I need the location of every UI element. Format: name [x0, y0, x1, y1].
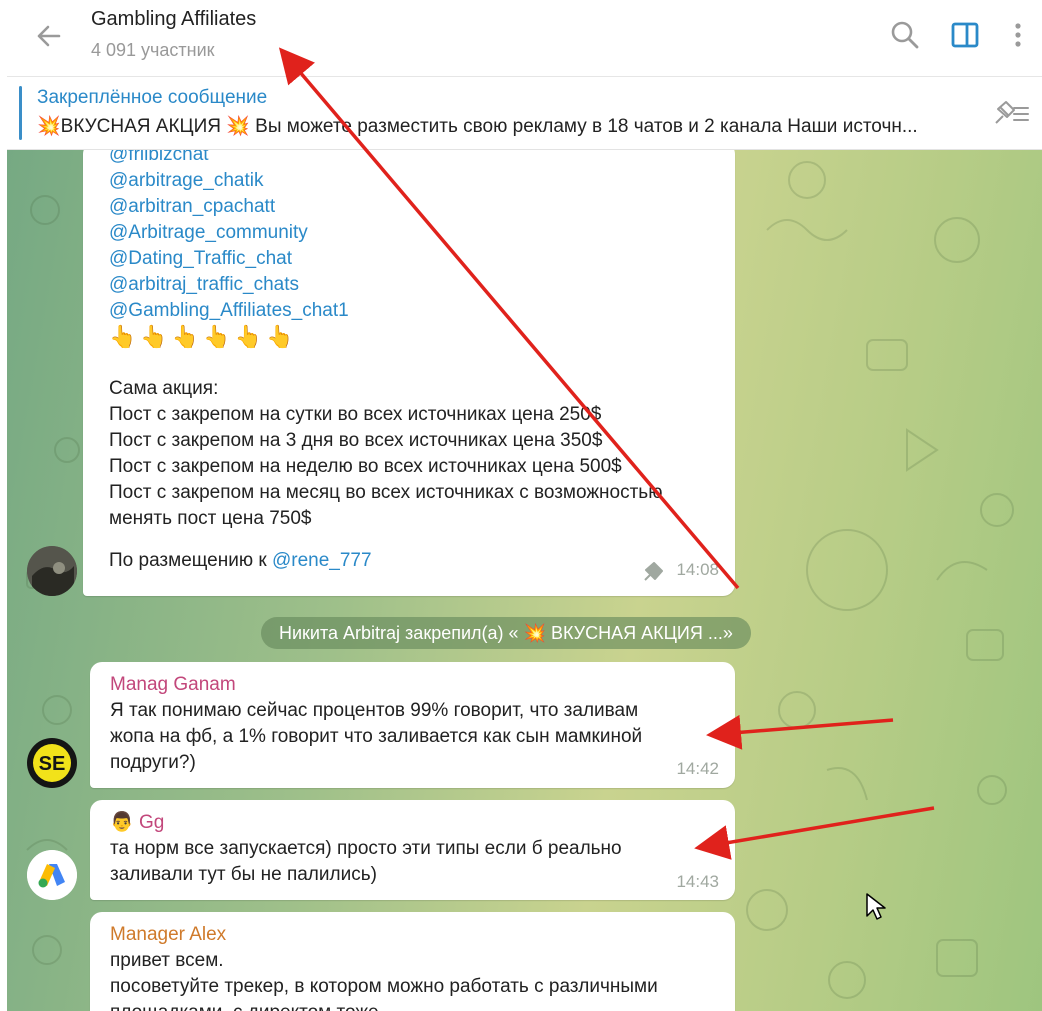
- avatar-manag-ganam[interactable]: SE: [27, 738, 77, 788]
- chat-title[interactable]: Gambling Affiliates: [91, 8, 256, 31]
- message-text: та норм все запускается) просто эти типы…: [110, 836, 622, 888]
- se-logo-icon: SE: [28, 739, 76, 787]
- link-frilbizchat[interactable]: @frilbizchat: [109, 150, 209, 165]
- pin-list-icon[interactable]: [992, 99, 1030, 127]
- message-time: 14:42: [676, 759, 719, 778]
- link-arbitraj-traffic-chats[interactable]: @arbitraj_traffic_chats: [109, 274, 299, 295]
- message-gg[interactable]: 👨 Gg та норм все запускается) просто эти…: [90, 800, 735, 900]
- sender-name[interactable]: 👨 Gg: [110, 810, 622, 836]
- avatar-gg[interactable]: [27, 850, 77, 900]
- mouse-cursor-icon: [866, 893, 886, 920]
- sender-name[interactable]: Manag Ganam: [110, 672, 642, 698]
- link-dating-traffic-chat[interactable]: @Dating_Traffic_chat: [109, 248, 292, 269]
- message-time: 14:08: [676, 560, 719, 579]
- message-text: привет всем. посоветуйте трекер, в котор…: [110, 948, 658, 1011]
- contact-prefix: По размещению к: [109, 550, 272, 571]
- avatar-initials: SE: [39, 753, 66, 775]
- message-promo[interactable]: @frilbizchat @arbitrage_chatik @arbitran…: [83, 150, 735, 596]
- search-icon[interactable]: [888, 18, 922, 52]
- message-manager-alex[interactable]: Manager Alex привет всем. посоветуйте тр…: [90, 912, 735, 1011]
- pinned-title: Закреплённое сообщение: [37, 87, 268, 108]
- avatar-photo: [27, 546, 77, 596]
- back-arrow-icon[interactable]: [31, 20, 71, 52]
- message-line: площадками, с директом тоже: [110, 1000, 658, 1011]
- promo-line: Пост с закрепом на месяц во всех источни…: [109, 482, 663, 503]
- promo-links: @frilbizchat @arbitrage_chatik @arbitran…: [109, 150, 662, 574]
- link-arbitrage-chatik[interactable]: @arbitrage_chatik: [109, 170, 263, 191]
- pinned-message-bar[interactable]: Закреплённое сообщение 💥ВКУСНАЯ АКЦИЯ 💥 …: [7, 77, 1042, 150]
- promo-header: Сама акция:: [109, 378, 219, 399]
- message-manag-ganam[interactable]: Manag Ganam Я так понимаю сейчас процент…: [90, 662, 735, 788]
- avatar-sender-1[interactable]: [27, 546, 77, 596]
- link-arbitran-cpachatt[interactable]: @arbitran_cpachatt: [109, 196, 275, 217]
- message-line: Я так понимаю сейчас процентов 99% говор…: [110, 700, 639, 721]
- google-ads-logo-icon: [27, 850, 77, 900]
- message-text: Я так понимаю сейчас процентов 99% говор…: [110, 698, 642, 776]
- promo-line: Пост с закрепом на сутки во всех источни…: [109, 404, 602, 425]
- pin-icon: [644, 562, 663, 581]
- promo-line: Пост с закрепом на 3 дня во всех источни…: [109, 430, 603, 451]
- link-arbitrage-community[interactable]: @Arbitrage_community: [109, 222, 308, 243]
- message-time: 14:43: [676, 872, 719, 891]
- pointing-emojis: 👆👆👆👆👆👆: [109, 324, 298, 349]
- member-count: 4 091 участник: [91, 40, 215, 60]
- sender-emoji: 👨: [110, 812, 134, 833]
- sidebar-toggle-icon[interactable]: [948, 18, 982, 52]
- promo-line: менять пост цена 750$: [109, 508, 312, 529]
- message-line: заливали тут бы не палились): [110, 864, 377, 885]
- pinned-accent-line: [19, 86, 22, 140]
- message-line: подруги?): [110, 752, 196, 773]
- message-line: посоветуйте трекер, в котором можно рабо…: [110, 976, 658, 997]
- chat-area[interactable]: @frilbizchat @arbitrage_chatik @arbitran…: [7, 150, 1042, 1011]
- message-line: та норм все запускается) просто эти типы…: [110, 838, 622, 859]
- link-rene-777[interactable]: @rene_777: [272, 550, 372, 571]
- message-line: жопа на фб, а 1% говорит что заливается …: [110, 726, 643, 747]
- service-message-pinned[interactable]: Никита Arbitraj закрепил(а) « 💥 ВКУСНАЯ …: [261, 617, 751, 649]
- more-icon[interactable]: [1001, 18, 1035, 52]
- link-gambling-affiliates-chat1[interactable]: @Gambling_Affiliates_chat1: [109, 300, 349, 321]
- sender-name[interactable]: Manager Alex: [110, 922, 658, 948]
- chat-header: Gambling Affiliates 4 091 участник: [7, 0, 1042, 77]
- message-line: привет всем.: [110, 950, 224, 971]
- promo-line: Пост с закрепом на неделю во всех источн…: [109, 456, 622, 477]
- sender-name-text: Gg: [138, 812, 165, 833]
- pinned-text: 💥ВКУСНАЯ АКЦИЯ 💥 Вы можете разместить св…: [37, 116, 918, 137]
